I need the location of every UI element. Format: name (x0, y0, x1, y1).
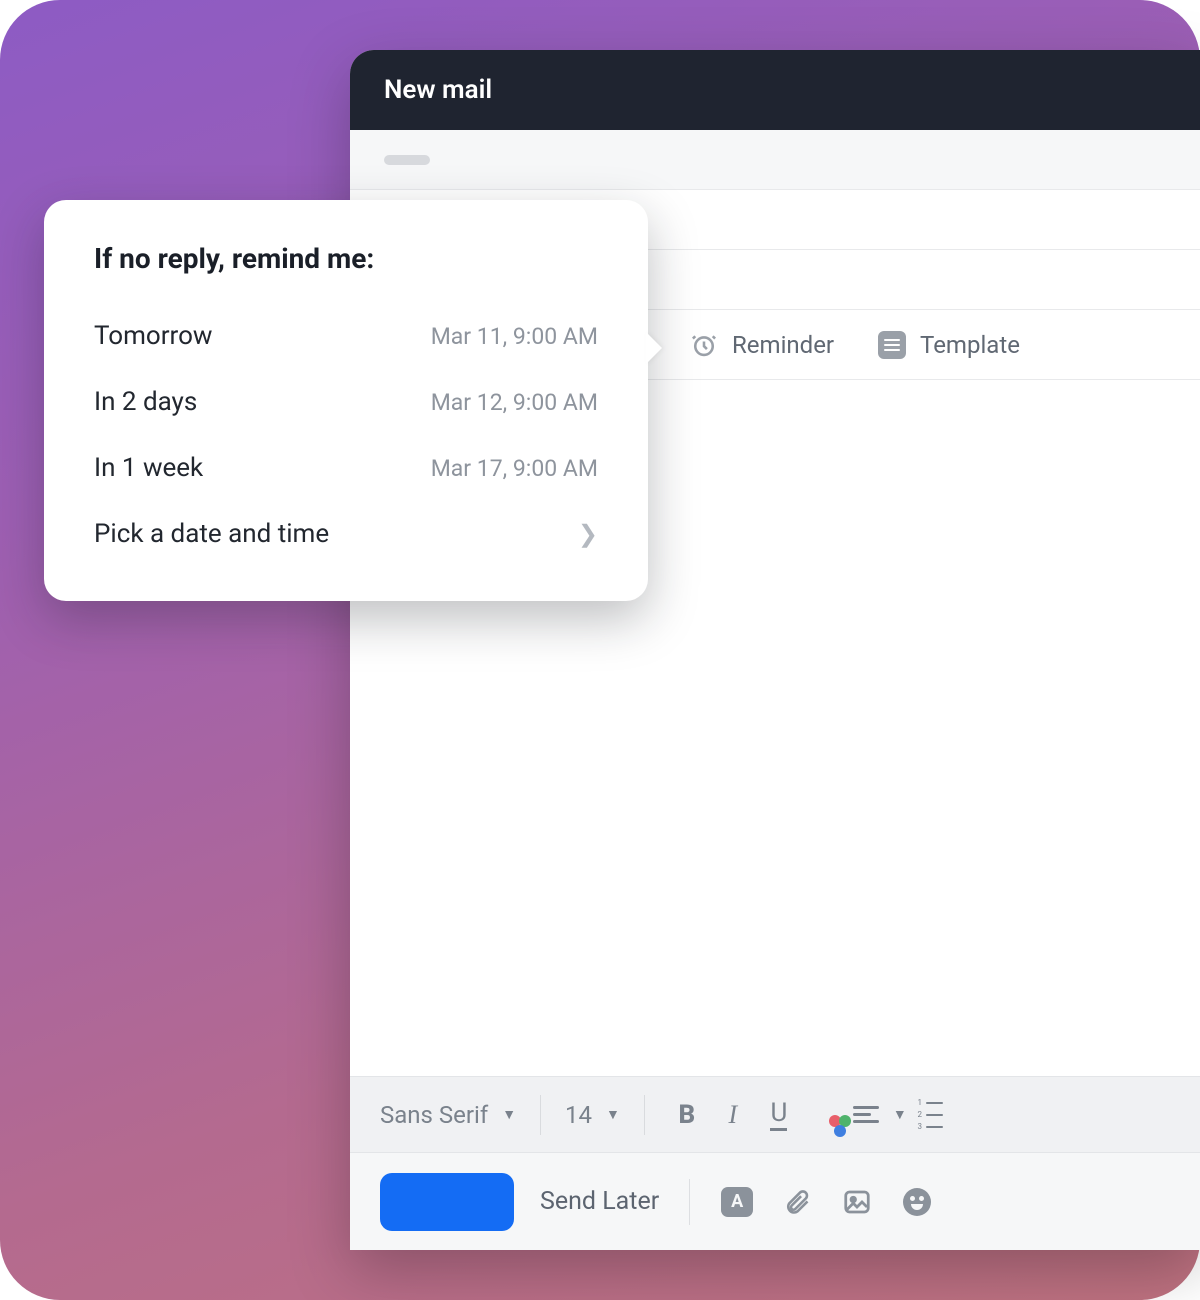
action-bar: Send Later A (350, 1152, 1200, 1250)
reminder-option-pick-date[interactable]: Pick a date and time ❯ (94, 501, 598, 567)
send-later-button[interactable]: Send Later (540, 1187, 659, 1216)
reminder-option-1week[interactable]: In 1 week Mar 17, 9:00 AM (94, 435, 598, 501)
font-family-value: Sans Serif (380, 1101, 488, 1129)
caret-down-icon: ▼ (606, 1106, 620, 1123)
emoji-button[interactable] (900, 1185, 934, 1219)
reminder-button[interactable]: Reminder (690, 331, 834, 359)
divider (644, 1095, 645, 1135)
header-strip (350, 130, 1200, 190)
chevron-right-icon: ❯ (578, 520, 598, 548)
letter-a-icon: A (721, 1187, 753, 1217)
reminder-option-2days[interactable]: In 2 days Mar 12, 9:00 AM (94, 369, 598, 435)
italic-button[interactable]: I (715, 1100, 751, 1130)
attach-button[interactable] (780, 1185, 814, 1219)
template-label: Template (920, 331, 1020, 359)
alarm-clock-icon (690, 331, 718, 359)
align-left-icon (853, 1106, 879, 1123)
reminder-option-value: Mar 12, 9:00 AM (431, 389, 598, 416)
text-format-toggle[interactable]: A (720, 1185, 754, 1219)
font-family-select[interactable]: Sans Serif ▼ (380, 1101, 516, 1129)
font-size-select[interactable]: 14 ▼ (565, 1101, 620, 1129)
template-button[interactable]: Template (878, 331, 1020, 359)
popover-title: If no reply, remind me: (94, 242, 598, 275)
underline-button[interactable]: U (761, 1098, 797, 1131)
send-button[interactable] (380, 1173, 514, 1231)
numbered-list-button[interactable]: 1 2 3 (917, 1098, 953, 1131)
window-titlebar: New mail (350, 50, 1200, 130)
bold-button[interactable]: B (669, 1100, 705, 1130)
reminder-option-value: Mar 17, 9:00 AM (431, 455, 598, 482)
align-button[interactable]: ▼ (853, 1106, 907, 1123)
divider (689, 1179, 690, 1225)
drag-handle[interactable] (384, 155, 430, 165)
window-title: New mail (384, 75, 492, 105)
reminder-option-value: Mar 11, 9:00 AM (431, 323, 598, 350)
divider (540, 1095, 541, 1135)
reminder-option-label: Pick a date and time (94, 519, 329, 549)
format-bar: Sans Serif ▼ 14 ▼ B I U ▼ (350, 1076, 1200, 1152)
reminder-option-label: Tomorrow (94, 321, 212, 351)
numbered-list-icon: 1 2 3 (917, 1098, 943, 1131)
image-icon (842, 1187, 872, 1217)
reminder-option-label: In 2 days (94, 387, 197, 417)
smiley-icon (903, 1188, 931, 1216)
caret-down-icon: ▼ (502, 1106, 516, 1123)
reminder-popover: If no reply, remind me: Tomorrow Mar 11,… (44, 200, 648, 601)
reminder-option-label: In 1 week (94, 453, 203, 483)
paperclip-icon (783, 1188, 811, 1216)
font-size-value: 14 (565, 1101, 592, 1129)
app-background: New mail Reminder (0, 0, 1200, 1300)
insert-image-button[interactable] (840, 1185, 874, 1219)
template-icon (878, 331, 906, 359)
caret-down-icon: ▼ (893, 1106, 907, 1123)
reminder-option-tomorrow[interactable]: Tomorrow Mar 11, 9:00 AM (94, 303, 598, 369)
reminder-label: Reminder (732, 331, 834, 359)
